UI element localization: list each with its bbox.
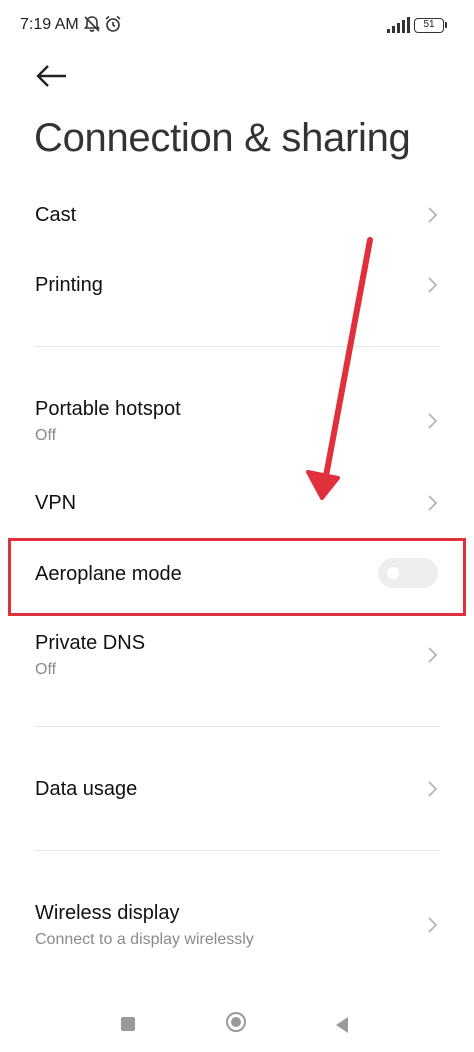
annotation-highlight-box (8, 538, 466, 616)
divider (35, 726, 440, 727)
list-item-wireless-display[interactable]: Wireless display Connect to a display wi… (0, 884, 474, 966)
battery-level: 51 (423, 19, 435, 30)
navigation-bar (0, 1000, 474, 1052)
chevron-right-icon (428, 781, 438, 797)
signal-icon (387, 17, 410, 33)
item-title: Printing (35, 274, 103, 296)
status-time: 7:19 AM (20, 16, 79, 33)
item-title: Cast (35, 204, 77, 226)
item-subtitle: Off (35, 661, 57, 678)
item-subtitle: Connect to a display wirelessly (35, 931, 254, 948)
page-title: Connection & sharing (34, 116, 411, 160)
chevron-right-icon (428, 647, 438, 663)
divider (35, 850, 440, 851)
chevron-right-icon (428, 917, 438, 933)
item-subtitle: Off (35, 427, 57, 444)
home-circle-icon[interactable] (226, 1012, 246, 1032)
recents-square-icon[interactable] (121, 1017, 135, 1031)
list-item-portable-hotspot[interactable]: Portable hotspot Off (0, 380, 474, 462)
list-item-private-dns[interactable]: Private DNS Off (0, 614, 474, 696)
chevron-right-icon (428, 495, 438, 511)
item-title: Data usage (35, 778, 138, 800)
list-item-data-usage[interactable]: Data usage (0, 752, 474, 826)
back-triangle-icon[interactable] (334, 1016, 350, 1034)
chevron-right-icon (428, 207, 438, 223)
battery-icon: 51 (414, 18, 447, 33)
item-title: Private DNS (35, 632, 146, 654)
chevron-right-icon (428, 413, 438, 429)
list-item-cast[interactable]: Cast (0, 180, 474, 250)
item-title: Portable hotspot (35, 398, 181, 420)
list-item-printing[interactable]: Printing (0, 250, 474, 320)
status-bar: 7:19 AM 51 (0, 0, 474, 52)
item-title: VPN (35, 492, 77, 514)
item-title: Wireless display (35, 902, 180, 924)
list-item-vpn[interactable]: VPN (0, 468, 474, 538)
bell-off-icon (83, 16, 101, 32)
divider (35, 346, 440, 347)
alarm-icon (105, 15, 121, 32)
chevron-right-icon (428, 277, 438, 293)
arrow-left-icon[interactable] (34, 60, 70, 92)
